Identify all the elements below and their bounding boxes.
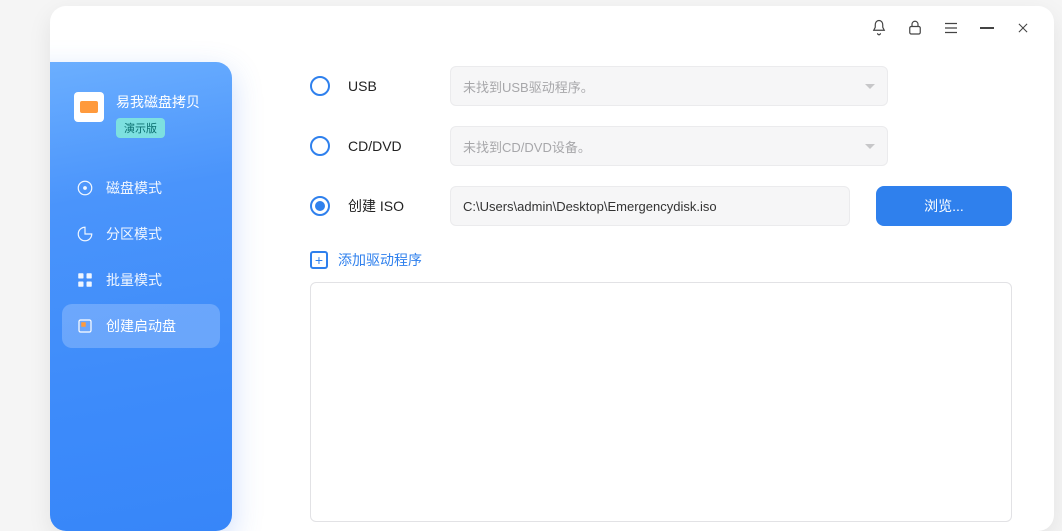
sidebar-item-create-boot-disk[interactable]: 创建启动盘	[62, 304, 220, 348]
app-window: 易我磁盘拷贝 演示版 磁盘模式 分区模式 批量模式	[50, 6, 1054, 531]
sidebar-nav: 磁盘模式 分区模式 批量模式 创建启动盘	[50, 162, 232, 348]
minimize-button[interactable]	[978, 19, 996, 37]
boot-disk-icon	[76, 317, 94, 335]
iso-label: 创建 ISO	[348, 196, 432, 216]
cddvd-radio[interactable]	[310, 136, 330, 156]
app-title: 易我磁盘拷贝	[116, 92, 200, 112]
add-driver-link[interactable]: + 添加驱动程序	[310, 250, 1012, 270]
pie-icon	[76, 225, 94, 243]
notification-icon[interactable]	[870, 19, 888, 37]
sidebar-item-label: 批量模式	[106, 270, 162, 290]
app-logo-icon	[74, 92, 104, 122]
demo-badge: 演示版	[116, 118, 165, 138]
usb-label: USB	[348, 78, 432, 94]
iso-path-input[interactable]	[450, 186, 850, 226]
sidebar-item-label: 创建启动盘	[106, 316, 176, 336]
main-content: USB 未找到USB驱动程序。 CD/DVD 未找到CD/DVD设备。 创建 I…	[250, 54, 1030, 531]
driver-list-panel	[310, 282, 1012, 522]
option-iso: 创建 ISO 浏览...	[310, 186, 1012, 226]
chevron-down-icon	[865, 84, 875, 89]
close-button[interactable]	[1014, 19, 1032, 37]
cddvd-device-select[interactable]: 未找到CD/DVD设备。	[450, 126, 888, 166]
usb-device-select[interactable]: 未找到USB驱动程序。	[450, 66, 888, 106]
sidebar-item-label: 分区模式	[106, 224, 162, 244]
titlebar	[848, 6, 1054, 50]
cddvd-select-placeholder: 未找到CD/DVD设备。	[463, 137, 591, 156]
chevron-down-icon	[865, 144, 875, 149]
sidebar-item-partition-mode[interactable]: 分区模式	[62, 212, 220, 256]
usb-radio[interactable]	[310, 76, 330, 96]
browse-button[interactable]: 浏览...	[876, 186, 1012, 226]
lock-icon[interactable]	[906, 19, 924, 37]
plus-icon: +	[310, 251, 328, 269]
add-driver-label: 添加驱动程序	[338, 250, 422, 270]
option-usb: USB 未找到USB驱动程序。	[310, 66, 1012, 106]
sidebar-item-disk-mode[interactable]: 磁盘模式	[62, 166, 220, 210]
sidebar: 易我磁盘拷贝 演示版 磁盘模式 分区模式 批量模式	[50, 62, 232, 531]
sidebar-item-batch-mode[interactable]: 批量模式	[62, 258, 220, 302]
menu-icon[interactable]	[942, 19, 960, 37]
usb-select-placeholder: 未找到USB驱动程序。	[463, 77, 594, 96]
disk-icon	[76, 179, 94, 197]
sidebar-item-label: 磁盘模式	[106, 178, 162, 198]
brand: 易我磁盘拷贝 演示版	[50, 84, 232, 162]
grid-icon	[76, 271, 94, 289]
cddvd-label: CD/DVD	[348, 138, 432, 154]
option-cddvd: CD/DVD 未找到CD/DVD设备。	[310, 126, 1012, 166]
iso-radio[interactable]	[310, 196, 330, 216]
